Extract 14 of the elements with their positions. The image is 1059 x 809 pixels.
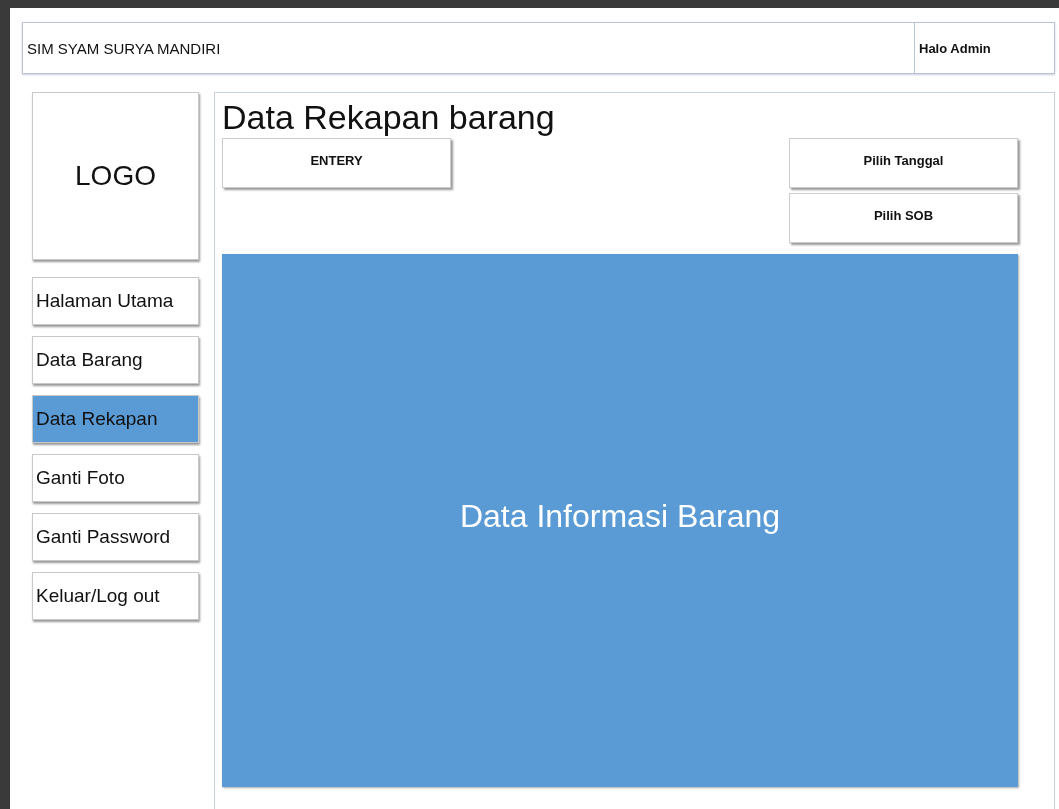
content-label: Data Informasi Barang <box>459 498 781 536</box>
sidebar-item[interactable]: Ganti Foto <box>32 454 199 502</box>
sidebar-item[interactable]: Keluar/Log out <box>32 572 199 620</box>
greeting: Halo Admin <box>914 23 1054 73</box>
page-title: Data Rekapan barang <box>222 99 556 137</box>
sidebar-item[interactable]: Halaman Utama <box>32 277 199 325</box>
sidebar-item[interactable]: Data Barang <box>32 336 199 384</box>
entry-button[interactable]: ENTERY <box>222 138 451 189</box>
filter-button[interactable]: Pilih SOB <box>789 193 1018 244</box>
app-title: SIM SYAM SURYA MANDIRI <box>26 38 222 59</box>
sidebar-item[interactable]: Ganti Password <box>32 513 199 561</box>
logo-text: LOGO <box>75 160 156 192</box>
filter-button[interactable]: Pilih Tanggal <box>789 138 1018 189</box>
sidebar-item[interactable]: Data Rekapan <box>32 395 199 443</box>
